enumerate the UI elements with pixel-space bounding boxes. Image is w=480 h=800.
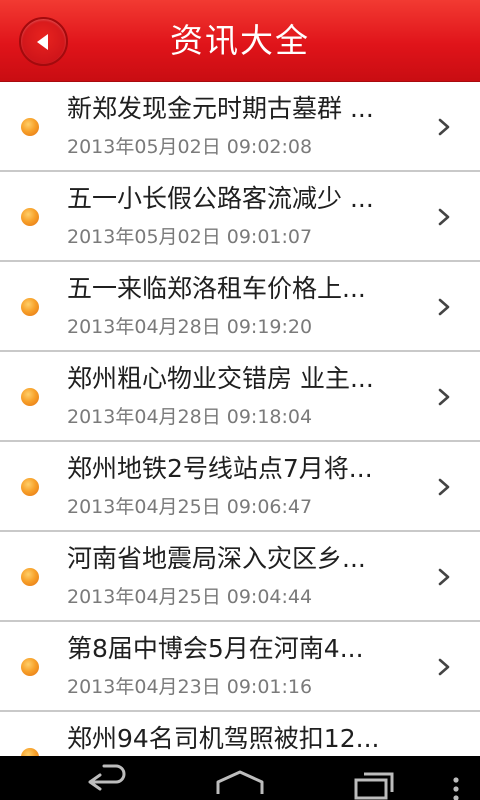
news-title: 五一来临郑洛租车价格上... (67, 274, 366, 303)
news-date: 2013年04月23日 09:01:16 (67, 676, 313, 698)
news-item[interactable]: 河南省地震局深入灾区乡... 2013年04月25日 09:04:44 (0, 532, 480, 622)
news-date: 2013年05月02日 09:02:08 (67, 136, 313, 158)
bullet-dot-icon (21, 208, 39, 226)
chevron-right-icon (438, 208, 450, 226)
bullet-dot-icon (21, 478, 39, 496)
news-title: 郑州粗心物业交错房 业主... (67, 364, 374, 393)
page-title: 资讯大全 (170, 21, 310, 60)
bullet-dot-icon (21, 298, 39, 316)
chevron-right-icon (438, 388, 450, 406)
news-item[interactable]: 郑州94名司机驾照被扣12... (0, 712, 480, 756)
app-header: 资讯大全 (0, 0, 480, 82)
news-title: 新郑发现金元时期古墓群 ... (67, 94, 374, 123)
chevron-right-icon (438, 478, 450, 496)
news-item[interactable]: 五一小长假公路客流减少 ... 2013年05月02日 09:01:07 (0, 172, 480, 262)
bullet-dot-icon (21, 568, 39, 586)
bullet-dot-icon (21, 658, 39, 676)
news-title: 郑州地铁2号线站点7月将... (67, 454, 373, 483)
chevron-right-icon (438, 118, 450, 136)
bullet-dot-icon (21, 118, 39, 136)
news-title: 第8届中博会5月在河南4... (67, 634, 364, 663)
news-item[interactable]: 五一来临郑洛租车价格上... 2013年04月28日 09:19:20 (0, 262, 480, 352)
news-title: 河南省地震局深入灾区乡... (67, 544, 366, 573)
bullet-dot-icon (21, 748, 39, 756)
chevron-right-icon (438, 298, 450, 316)
news-date: 2013年04月28日 09:19:20 (67, 316, 313, 338)
news-date: 2013年05月02日 09:01:07 (67, 226, 313, 248)
news-date: 2013年04月25日 09:06:47 (67, 496, 313, 518)
news-date: 2013年04月25日 09:04:44 (67, 586, 313, 608)
system-navigation-bar (0, 756, 480, 800)
home-icon[interactable] (212, 756, 268, 800)
news-item[interactable]: 第8届中博会5月在河南4... 2013年04月23日 09:01:16 (0, 622, 480, 712)
news-date: 2013年04月28日 09:18:04 (67, 406, 313, 428)
news-title: 郑州94名司机驾照被扣12... (67, 724, 380, 753)
overflow-menu-icon[interactable] (446, 756, 466, 800)
news-item[interactable]: 郑州粗心物业交错房 业主... 2013年04月28日 09:18:04 (0, 352, 480, 442)
chevron-right-icon (438, 658, 450, 676)
bullet-dot-icon (21, 388, 39, 406)
recent-apps-icon[interactable] (350, 756, 402, 800)
news-title: 五一小长假公路客流减少 ... (67, 184, 374, 213)
news-list[interactable]: 新郑发现金元时期古墓群 ... 2013年05月02日 09:02:08 五一小… (0, 82, 480, 756)
back-icon[interactable] (80, 756, 132, 800)
news-item[interactable]: 郑州地铁2号线站点7月将... 2013年04月25日 09:06:47 (0, 442, 480, 532)
chevron-right-icon (438, 568, 450, 586)
news-item[interactable]: 新郑发现金元时期古墓群 ... 2013年05月02日 09:02:08 (0, 82, 480, 172)
